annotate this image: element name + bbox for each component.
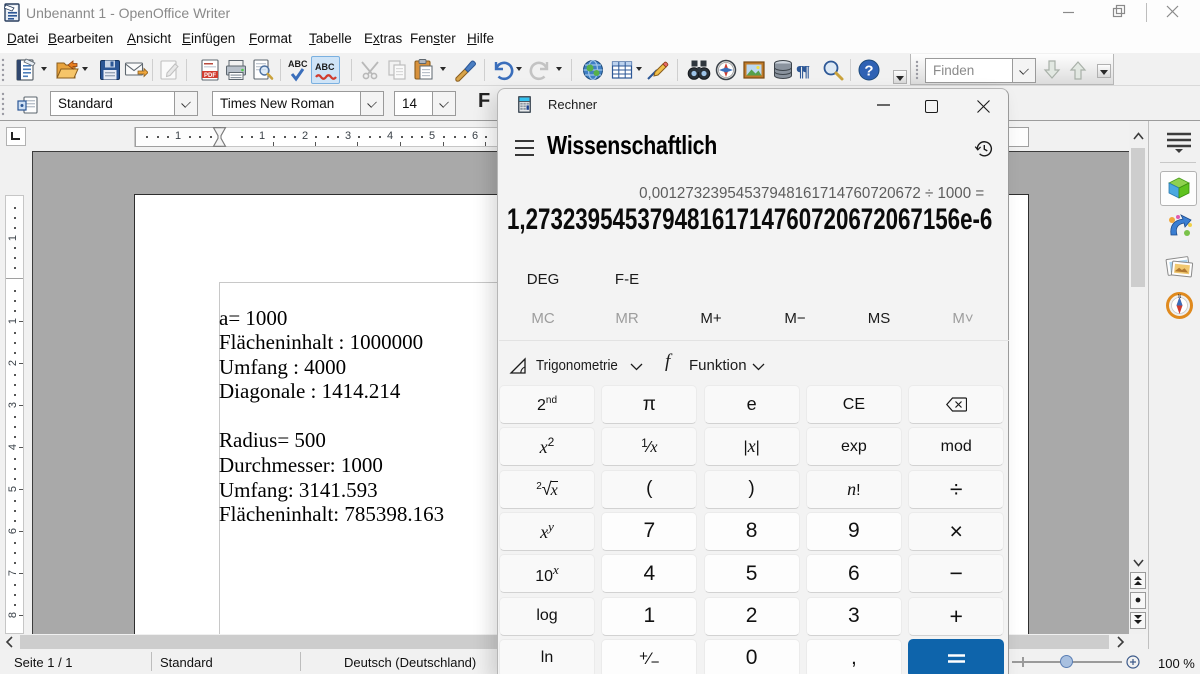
svg-text:N: N <box>1178 294 1182 300</box>
svg-text:PDF: PDF <box>204 73 216 79</box>
svg-text:ABC: ABC <box>288 59 308 69</box>
svg-text:ABC: ABC <box>315 62 335 72</box>
svg-text:¶¶: ¶¶ <box>796 63 810 80</box>
svg-text:?: ? <box>864 63 873 80</box>
